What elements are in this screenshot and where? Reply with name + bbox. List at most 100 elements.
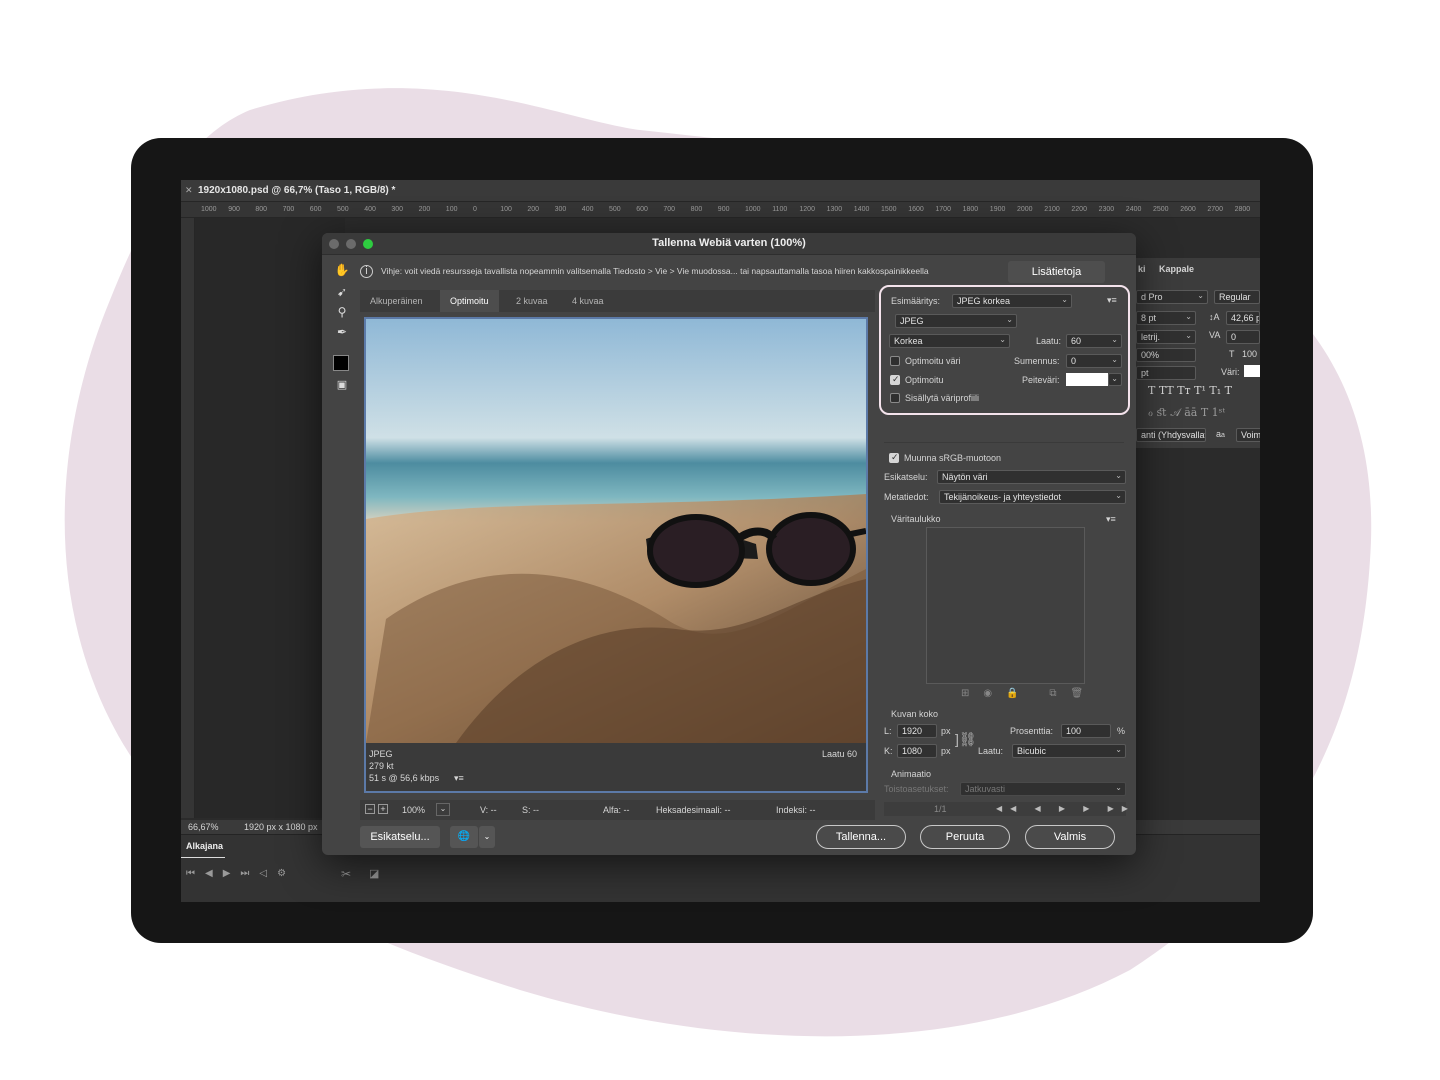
kerning-select[interactable]: letrij. ⌄ xyxy=(1136,330,1196,344)
ruler-tick-label: 500 xyxy=(609,206,621,213)
ruler-tick-label: 1700 xyxy=(935,206,951,213)
tab-original[interactable]: Alkuperäinen xyxy=(360,290,433,312)
tab-optimized[interactable]: Optimoitu xyxy=(440,290,499,312)
color-table-tools-icon[interactable]: ⊞◉🔒 ⧉🗑 xyxy=(961,688,1097,699)
ruler-tick-label: 2500 xyxy=(1153,206,1169,213)
ruler-tick-label: 600 xyxy=(636,206,648,213)
vertical-scale-value[interactable]: 100 xyxy=(1242,349,1257,359)
timeline-controls-icon[interactable]: ⏮◀▶⏭◁⚙ xyxy=(186,868,296,879)
preview-browser-button[interactable]: Esikatselu... xyxy=(360,826,440,848)
font-family-select[interactable]: d Pro ⌄ xyxy=(1136,290,1208,304)
ruler-tick-label: 400 xyxy=(364,206,376,213)
eyedropper-tool-icon[interactable]: ✒ xyxy=(333,325,351,341)
close-tab-icon[interactable]: ✕ xyxy=(185,185,193,196)
zoom-value[interactable]: 100% xyxy=(402,805,425,815)
percent-field[interactable]: 100 xyxy=(1061,724,1111,738)
cancel-button[interactable]: Peruuta xyxy=(920,825,1010,849)
ruler-tick-label: 500 xyxy=(337,206,349,213)
font-style-select[interactable]: Regular xyxy=(1214,290,1260,304)
percent-label: Prosenttia: xyxy=(1010,726,1054,736)
resample-select[interactable]: Bicubic ⌄ xyxy=(1012,744,1126,758)
convert-srgb-checkbox[interactable] xyxy=(889,452,899,463)
info-filesize: 279 kt xyxy=(369,761,394,771)
color-table-grid[interactable] xyxy=(926,527,1085,684)
info-quality: Laatu 60 xyxy=(822,749,858,759)
char-tab[interactable]: ki xyxy=(1138,264,1146,274)
antialias-select[interactable]: Voima xyxy=(1236,428,1260,442)
animation-playback-icon[interactable]: ◀◀ ◀ ▶ ▶ ▶▶ xyxy=(996,804,1136,813)
font-size-select[interactable]: 8 pt ⌄ xyxy=(1136,311,1196,325)
height-field[interactable]: 1080 xyxy=(897,744,937,758)
scissors-icon[interactable]: ✂ xyxy=(341,867,351,881)
baseline-field[interactable]: pt xyxy=(1136,366,1196,380)
readout-r: V: -- xyxy=(480,805,497,815)
tracking-field[interactable]: 0 xyxy=(1226,330,1260,344)
ruler-tick-label: 2600 xyxy=(1180,206,1196,213)
ruler-tick-label: 700 xyxy=(663,206,676,213)
toggle-slices-icon[interactable]: ▣ xyxy=(333,378,351,394)
ruler-tick-label: 100 xyxy=(500,206,512,213)
hint-text: Vihje: voit viedä resursseja tavallista … xyxy=(381,266,929,276)
color-table-menu-icon[interactable]: ▾≡ xyxy=(1106,514,1116,525)
readout-hex: Heksadesimaali: -- xyxy=(656,805,731,815)
document-title: 1920x1080.psd @ 66,7% (Taso 1, RGB/8) * xyxy=(198,185,396,196)
opentype-icons[interactable]: ℴ ﬆ 𝒜 āā T 1ˢᵗ xyxy=(1148,406,1225,420)
document-tab[interactable]: ✕ 1920x1080.psd @ 66,7% (Taso 1, RGB/8) … xyxy=(181,180,1260,202)
ruler-tick-label: 800 xyxy=(690,206,703,213)
browser-dropdown-icon[interactable]: ⌄ xyxy=(479,826,495,848)
ruler-tick-label: 1100 xyxy=(772,206,788,213)
width-unit: px xyxy=(941,726,951,736)
section-divider xyxy=(884,425,1124,443)
type-style-icons[interactable]: T TT Tт T¹ T₁ T xyxy=(1148,384,1232,397)
loop-select[interactable]: Jatkuvasti ⌄ xyxy=(960,782,1126,796)
ruler-tick-label: 1400 xyxy=(853,206,870,213)
width-field[interactable]: 1920 xyxy=(897,724,937,738)
zoom-level[interactable]: 66,67% xyxy=(188,822,219,832)
ruler-tick-label: 1000 xyxy=(201,206,217,213)
link-dimensions-icon[interactable]: ]⛓ xyxy=(955,731,977,748)
ruler-tick-label: 400 xyxy=(581,206,594,213)
timeline-tab[interactable]: Alkajana xyxy=(186,841,223,851)
animation-controls: 1/1 ◀◀ ◀ ▶ ▶ ▶▶ xyxy=(884,802,1128,816)
paragraph-tab[interactable]: Kappale xyxy=(1159,264,1194,274)
ruler-tick-label: 2000 xyxy=(1017,206,1033,213)
ruler-tick-label: 2300 xyxy=(1098,206,1115,213)
tab-2-up[interactable]: 2 kuvaa xyxy=(506,290,558,312)
eyedropper-color-swatch[interactable] xyxy=(333,355,349,371)
slice-select-tool-icon[interactable]: ➹ xyxy=(333,285,351,301)
ruler-tick-label: 1600 xyxy=(908,206,924,213)
browser-icon[interactable]: 🌐 xyxy=(450,826,478,848)
ruler-tick-label: 1200 xyxy=(799,206,815,213)
text-color-swatch[interactable] xyxy=(1244,365,1260,377)
animation-label: Animaatio xyxy=(891,769,932,779)
zoom-out-icon[interactable]: − xyxy=(365,804,375,814)
zoom-in-icon[interactable]: + xyxy=(378,804,388,814)
image-size-label: Kuvan koko xyxy=(891,709,939,719)
height-unit: px xyxy=(941,746,951,756)
preview-select[interactable]: Näytön väri ⌄ xyxy=(937,470,1126,484)
ruler-tick-label: 1000 xyxy=(745,206,761,213)
readout-g: S: -- xyxy=(522,805,539,815)
more-info-button[interactable]: Lisätietoja xyxy=(1008,261,1105,283)
language-select[interactable]: anti (Yhdysvallat) xyxy=(1136,428,1206,442)
leading-field[interactable]: 42,66 pt xyxy=(1226,311,1260,325)
image-preview-pane[interactable]: JPEG 279 kt 51 s @ 56,6 kbps ▾≡ Laatu 60 xyxy=(364,317,868,793)
stage: ✕ 1920x1080.psd @ 66,7% (Taso 1, RGB/8) … xyxy=(0,0,1440,1080)
preview-photo xyxy=(366,319,866,743)
zoom-dropdown-icon[interactable]: ⌄ xyxy=(436,803,450,816)
hand-tool-icon[interactable]: ✋ xyxy=(333,263,351,279)
color-label: Väri: xyxy=(1221,367,1240,377)
tab-4-up[interactable]: 4 kuvaa xyxy=(562,290,614,312)
ruler-tick-label: 1800 xyxy=(962,206,979,213)
info-menu-icon[interactable]: ▾≡ xyxy=(454,773,464,784)
ruler-tick-label: 100 xyxy=(445,206,458,213)
done-button[interactable]: Valmis xyxy=(1025,825,1115,849)
frame-counter: 1/1 xyxy=(934,804,947,814)
readout-alpha: Alfa: -- xyxy=(603,805,630,815)
metadata-select[interactable]: Tekijänoikeus- ja yhteystiedot ⌄ xyxy=(939,490,1126,504)
save-button[interactable]: Tallenna... xyxy=(816,825,906,849)
zoom-tool-icon[interactable]: ⚲ xyxy=(333,305,351,321)
horizontal-scale-field[interactable]: 00% xyxy=(1136,348,1196,362)
transition-icon[interactable]: ◪ xyxy=(369,867,379,880)
ruler-tick-label: 900 xyxy=(717,206,730,213)
